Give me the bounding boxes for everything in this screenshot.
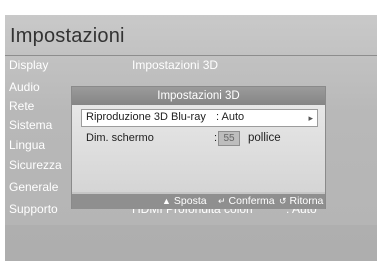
settings-screen: Impostazioni Display Audio Rete Sistema …: [5, 15, 377, 261]
return-icon: ↺: [279, 196, 287, 206]
menu-item-lingua[interactable]: Lingua: [9, 138, 45, 152]
screen-title: Impostazioni: [10, 25, 125, 47]
enter-icon: ↵: [218, 196, 226, 206]
row-screen-size-unit: pollice: [248, 132, 281, 144]
menu-item-sicurezza[interactable]: Sicurezza: [9, 158, 62, 172]
help-conferma-label: Conferma: [228, 195, 275, 207]
row-3d-bluray-playback[interactable]: Riproduzione 3D Blu-ray : Auto ▸: [81, 109, 318, 127]
popup-help-bar: ▲︎ Sposta ↵ Conferma ↺ Ritorna: [71, 194, 326, 209]
screen-size-value-box[interactable]: 55: [218, 131, 240, 146]
row-screen-size-label[interactable]: Dim. schermo: [86, 132, 154, 144]
title-divider: [5, 55, 377, 56]
updown-icon: ▲︎: [162, 196, 171, 206]
settings-3d-popup: Impostazioni 3D Riproduzione 3D Blu-ray …: [71, 86, 326, 209]
row-3d-bluray-label: Riproduzione 3D Blu-ray: [86, 111, 206, 123]
bottom-band: [5, 225, 377, 261]
help-ritorna-label: Ritorna: [289, 195, 324, 207]
help-conferma: ↵ Conferma: [218, 194, 275, 209]
help-ritorna: ↺ Ritorna: [279, 194, 323, 209]
arrow-right-icon: ▸: [308, 113, 313, 123]
popup-body: Riproduzione 3D Blu-ray : Auto ▸ Dim. sc…: [72, 105, 325, 192]
row-3d-bluray-value: : Auto: [216, 111, 245, 123]
popup-title: Impostazioni 3D: [72, 87, 325, 105]
menu-item-rete[interactable]: Rete: [9, 99, 34, 113]
menu-item-audio[interactable]: Audio: [9, 80, 40, 94]
help-sposta-label: Sposta: [173, 195, 207, 207]
menu-item-generale[interactable]: Generale: [9, 180, 58, 194]
tv-frame: Impostazioni Display Audio Rete Sistema …: [0, 0, 382, 263]
setting-3d-label[interactable]: Impostazioni 3D: [132, 58, 218, 72]
menu-item-supporto[interactable]: Supporto: [9, 202, 58, 216]
row-screen-size-separator: :: [214, 132, 218, 144]
help-sposta: ▲︎ Sposta: [162, 194, 207, 209]
menu-item-sistema[interactable]: Sistema: [9, 118, 52, 132]
menu-item-display[interactable]: Display: [9, 58, 48, 72]
